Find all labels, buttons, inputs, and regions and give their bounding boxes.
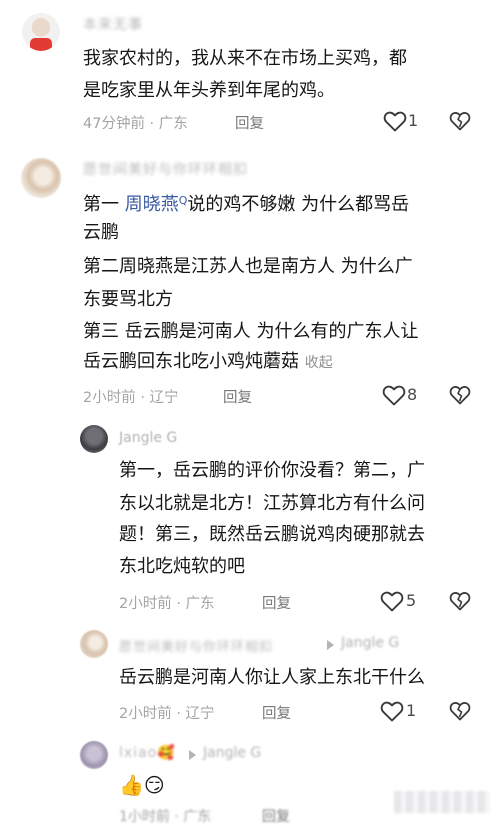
reply-text: 题！第三，既然岳云鹏说鸡肉硬那就去 <box>119 524 425 545</box>
reply-button[interactable]: 回复 <box>235 112 264 133</box>
reply-to-arrow-icon <box>189 750 196 760</box>
like-count: 5 <box>406 591 417 610</box>
reply-button[interactable]: 回复 <box>262 592 291 613</box>
comment-author[interactable]: 本来无事 <box>83 14 143 34</box>
like-count: 1 <box>406 701 417 720</box>
reply-button[interactable]: 回复 <box>223 386 252 407</box>
watermark <box>394 791 490 813</box>
reply-emoji: 👍😏 <box>119 773 165 797</box>
avatar[interactable] <box>80 425 108 453</box>
comment-time-location: 47分钟前 · 广东 <box>83 116 188 132</box>
comment-text: 东要骂北方 <box>83 289 173 310</box>
dislike-icon[interactable] <box>449 700 471 722</box>
reply-to-author[interactable]: Jangle G <box>341 635 399 651</box>
collapse-button[interactable]: 收起 <box>305 355 333 371</box>
comment-time-location: 2小时前 · 辽宁 <box>83 390 179 406</box>
avatar[interactable] <box>21 158 61 198</box>
avatar[interactable] <box>80 630 108 658</box>
dislike-icon[interactable] <box>449 590 471 612</box>
reply-text: 东以北就是北方！江苏算北方有什么问 <box>119 493 425 514</box>
heart-icon[interactable] <box>380 700 404 722</box>
like-count: 1 <box>408 111 419 130</box>
mention-link[interactable]: 周晓燕 <box>125 194 179 215</box>
comment-text: 云鹏 <box>83 222 119 243</box>
reply-to-arrow-icon <box>327 640 334 650</box>
dislike-icon[interactable] <box>449 110 471 132</box>
reply-author[interactable]: Jangle G <box>119 430 177 446</box>
reply-text: 第一，岳云鹏的评价你没看？第二，广 <box>119 460 425 481</box>
comment-text: 岳云鹏回东北吃小鸡炖蘑菇 收起 <box>83 351 333 372</box>
reply-author[interactable]: 愿世间美好与你环环相扣 <box>119 636 273 655</box>
dislike-icon[interactable] <box>449 384 471 406</box>
reply-author[interactable]: lxiao🥰 <box>119 745 176 761</box>
comment-text: 我家农村的，我从来不在市场上买鸡，都 <box>83 48 407 69</box>
reply-time-location: 1小时前 · 广东 <box>119 809 212 825</box>
comment-author[interactable]: 愿世间美好与你环环相扣 <box>83 159 248 179</box>
heart-icon[interactable] <box>380 590 404 612</box>
reply-button[interactable]: 回复 <box>262 806 290 826</box>
reply-time-location: 2小时前 · 辽宁 <box>119 706 215 722</box>
comment-text: 是吃家里从年头养到年尾的鸡。 <box>83 80 335 101</box>
reply-button[interactable]: 回复 <box>262 702 291 723</box>
comment-text: 第二周晓燕是江苏人也是南方人 为什么广 <box>83 256 413 277</box>
reply-time-location: 2小时前 · 广东 <box>119 596 215 612</box>
heart-icon[interactable] <box>382 384 406 406</box>
comment-text: 第一 周晓燕Q说的鸡不够嫩 为什么都骂岳 <box>83 194 410 215</box>
reply-text: 岳云鹏是河南人你让人家上东北干什么 <box>119 667 425 688</box>
avatar[interactable] <box>22 13 60 51</box>
comment-text: 第三 岳云鹏是河南人 为什么有的广东人让 <box>83 321 419 342</box>
heart-icon[interactable] <box>383 110 407 132</box>
avatar[interactable] <box>80 741 108 769</box>
reply-to-author[interactable]: Jangle G <box>203 745 261 761</box>
reply-text: 东北吃炖软的吧 <box>119 556 245 577</box>
like-count: 8 <box>407 385 418 404</box>
